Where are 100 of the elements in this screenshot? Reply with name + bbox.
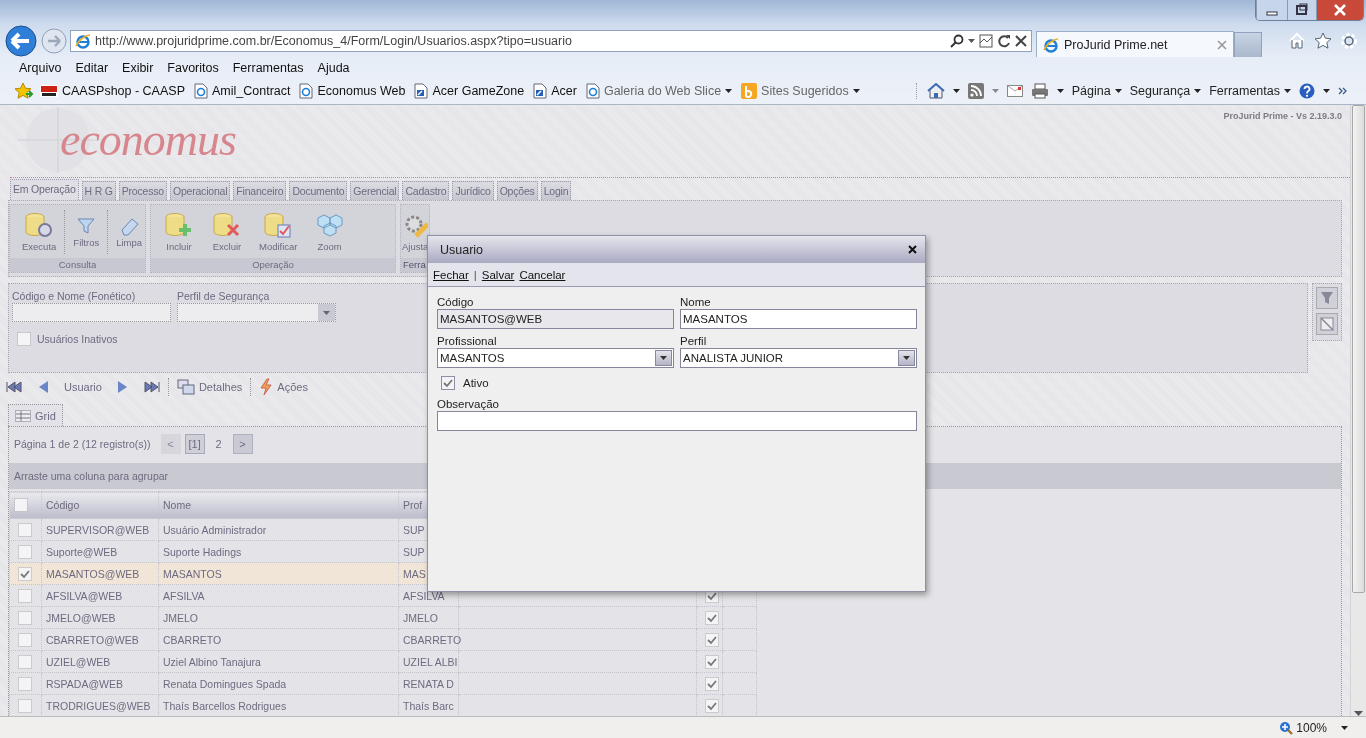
app-logo: economus bbox=[60, 113, 236, 166]
scrollbar-thumb[interactable] bbox=[1352, 105, 1365, 593]
tab[interactable]: Financeiro bbox=[233, 181, 287, 200]
forward-button[interactable] bbox=[40, 28, 68, 54]
input-field[interactable]: MASANTOS bbox=[680, 309, 917, 329]
settings-icon[interactable] bbox=[1340, 32, 1358, 50]
select-field[interactable]: MASANTOS bbox=[437, 348, 674, 368]
favorite-link[interactable]: Economus Web bbox=[299, 83, 406, 99]
first-button[interactable] bbox=[6, 379, 22, 394]
active-checkbox[interactable] bbox=[705, 676, 719, 691]
ribbon-button[interactable]: Excluir bbox=[203, 209, 251, 254]
tab[interactable]: Login bbox=[540, 181, 572, 200]
ribbon-button[interactable]: Zoom bbox=[305, 209, 354, 254]
feed-icon[interactable] bbox=[967, 83, 984, 99]
mail-icon[interactable] bbox=[1006, 85, 1023, 97]
search-icon[interactable] bbox=[950, 34, 964, 48]
row-checkbox[interactable] bbox=[18, 654, 32, 669]
favorite-link[interactable]: Acer GameZone bbox=[414, 83, 525, 99]
chevron-icon[interactable] bbox=[1338, 87, 1348, 95]
tab[interactable]: Cadastro bbox=[402, 181, 450, 200]
last-button[interactable] bbox=[143, 379, 160, 394]
select-all-checkbox[interactable] bbox=[14, 498, 28, 512]
action-link[interactable]: Fechar bbox=[433, 268, 469, 281]
page-link[interactable]: [1] bbox=[184, 434, 205, 454]
action-link[interactable]: Salvar bbox=[481, 268, 515, 281]
ribbon-button[interactable]: Limpa bbox=[108, 213, 151, 250]
tab[interactable]: H R G bbox=[81, 181, 116, 200]
select-field[interactable]: ANALISTA JUNIOR bbox=[680, 348, 917, 368]
command-menu[interactable]: Página bbox=[1071, 84, 1122, 98]
menu-item[interactable]: Ferramentas bbox=[225, 58, 311, 77]
maximize-button[interactable] bbox=[1287, 0, 1316, 20]
action-link[interactable]: Cancelar bbox=[519, 268, 566, 281]
ribbon-button[interactable]: Executa bbox=[14, 209, 65, 254]
tab[interactable]: Em Operação bbox=[10, 179, 79, 200]
close-button[interactable] bbox=[1316, 0, 1363, 20]
table-cell: CBARRETO bbox=[398, 628, 459, 651]
active-checkbox[interactable] bbox=[705, 698, 719, 713]
table-cell: RSPADA@WEB bbox=[41, 672, 159, 695]
row-checkbox[interactable] bbox=[18, 522, 32, 537]
home-icon[interactable] bbox=[926, 83, 945, 99]
printer-icon[interactable] bbox=[1030, 83, 1049, 99]
row-checkbox[interactable] bbox=[18, 610, 32, 625]
favorite-link[interactable]: Sites Sugeridos bbox=[741, 83, 860, 99]
tab[interactable]: Processo bbox=[118, 181, 167, 200]
row-checkbox[interactable] bbox=[18, 588, 32, 603]
zoom-level-button[interactable]: 100% bbox=[1279, 720, 1327, 735]
help-icon[interactable] bbox=[1299, 83, 1315, 99]
tab[interactable]: Jurídico bbox=[452, 181, 494, 200]
stop-icon[interactable] bbox=[1015, 35, 1027, 47]
checkbox[interactable] bbox=[441, 376, 455, 390]
menu-item[interactable]: Favoritos bbox=[160, 58, 226, 77]
caret-icon bbox=[952, 89, 960, 93]
input-field[interactable] bbox=[12, 303, 171, 322]
clear-button[interactable] bbox=[1316, 313, 1338, 335]
favorite-link[interactable]: CAASPshop - CAASP bbox=[40, 84, 185, 98]
address-field[interactable]: http://www.projuridprime.com.br/Economus_4/Form/Login/Usuarios.aspx?tipo=usuario bbox=[70, 30, 1032, 52]
row-checkbox[interactable] bbox=[18, 632, 32, 647]
row-checkbox[interactable] bbox=[18, 676, 32, 691]
browser-tab[interactable]: ProJurid Prime.net bbox=[1036, 31, 1234, 57]
back-button[interactable] bbox=[2, 25, 40, 57]
refresh-icon[interactable] bbox=[997, 34, 1011, 48]
command-menu[interactable]: Ferramentas bbox=[1209, 84, 1291, 98]
select-field[interactable] bbox=[177, 303, 336, 322]
tab[interactable]: Gerencial bbox=[350, 181, 400, 200]
row-checkbox[interactable] bbox=[18, 698, 32, 713]
text-area[interactable] bbox=[437, 411, 917, 431]
active-checkbox[interactable] bbox=[705, 654, 719, 669]
menu-item[interactable]: Arquivo bbox=[12, 58, 69, 77]
page-icon bbox=[585, 83, 600, 99]
active-checkbox[interactable] bbox=[705, 632, 719, 647]
browser-logo-icon bbox=[1043, 36, 1059, 53]
caret-icon bbox=[903, 356, 910, 360]
tab[interactable]: Documento bbox=[289, 181, 348, 200]
menu-item[interactable]: Editar bbox=[68, 58, 116, 77]
menu-item[interactable]: Ajuda bbox=[310, 58, 357, 77]
active-checkbox[interactable] bbox=[705, 610, 719, 625]
star-icon[interactable] bbox=[1314, 32, 1332, 50]
command-menu[interactable]: Segurança bbox=[1129, 84, 1202, 98]
row-checkbox[interactable] bbox=[18, 544, 32, 559]
menu-item[interactable]: Exibir bbox=[115, 58, 161, 77]
favorite-link[interactable]: Amil_Contract bbox=[193, 83, 291, 99]
ribbon-button[interactable]: Incluir bbox=[155, 209, 203, 254]
favorites-star-icon[interactable] bbox=[14, 82, 34, 100]
home-icon[interactable] bbox=[1288, 32, 1306, 50]
compatibility-view-icon[interactable] bbox=[979, 34, 993, 48]
page-link[interactable]: 2 bbox=[208, 434, 229, 454]
ribbon-button[interactable]: Modificar bbox=[251, 209, 306, 254]
row-checkbox[interactable] bbox=[18, 566, 32, 581]
favorite-link[interactable]: Galeria do Web Slice bbox=[585, 83, 733, 99]
toolbar-button[interactable]: Detalhes bbox=[168, 378, 251, 395]
tab[interactable]: Opções bbox=[496, 181, 538, 200]
tab[interactable]: Operacional bbox=[169, 181, 231, 200]
filter-button[interactable] bbox=[1316, 287, 1338, 309]
favorite-link[interactable]: Acer bbox=[533, 83, 577, 99]
ribbon-button[interactable]: Filtros bbox=[65, 213, 108, 250]
tab[interactable]: Grid bbox=[8, 404, 63, 426]
next-page-button[interactable]: > bbox=[232, 434, 253, 454]
checkbox[interactable] bbox=[17, 332, 31, 346]
toolbar-button[interactable]: Ações bbox=[251, 377, 316, 396]
close-icon[interactable] bbox=[908, 245, 917, 254]
